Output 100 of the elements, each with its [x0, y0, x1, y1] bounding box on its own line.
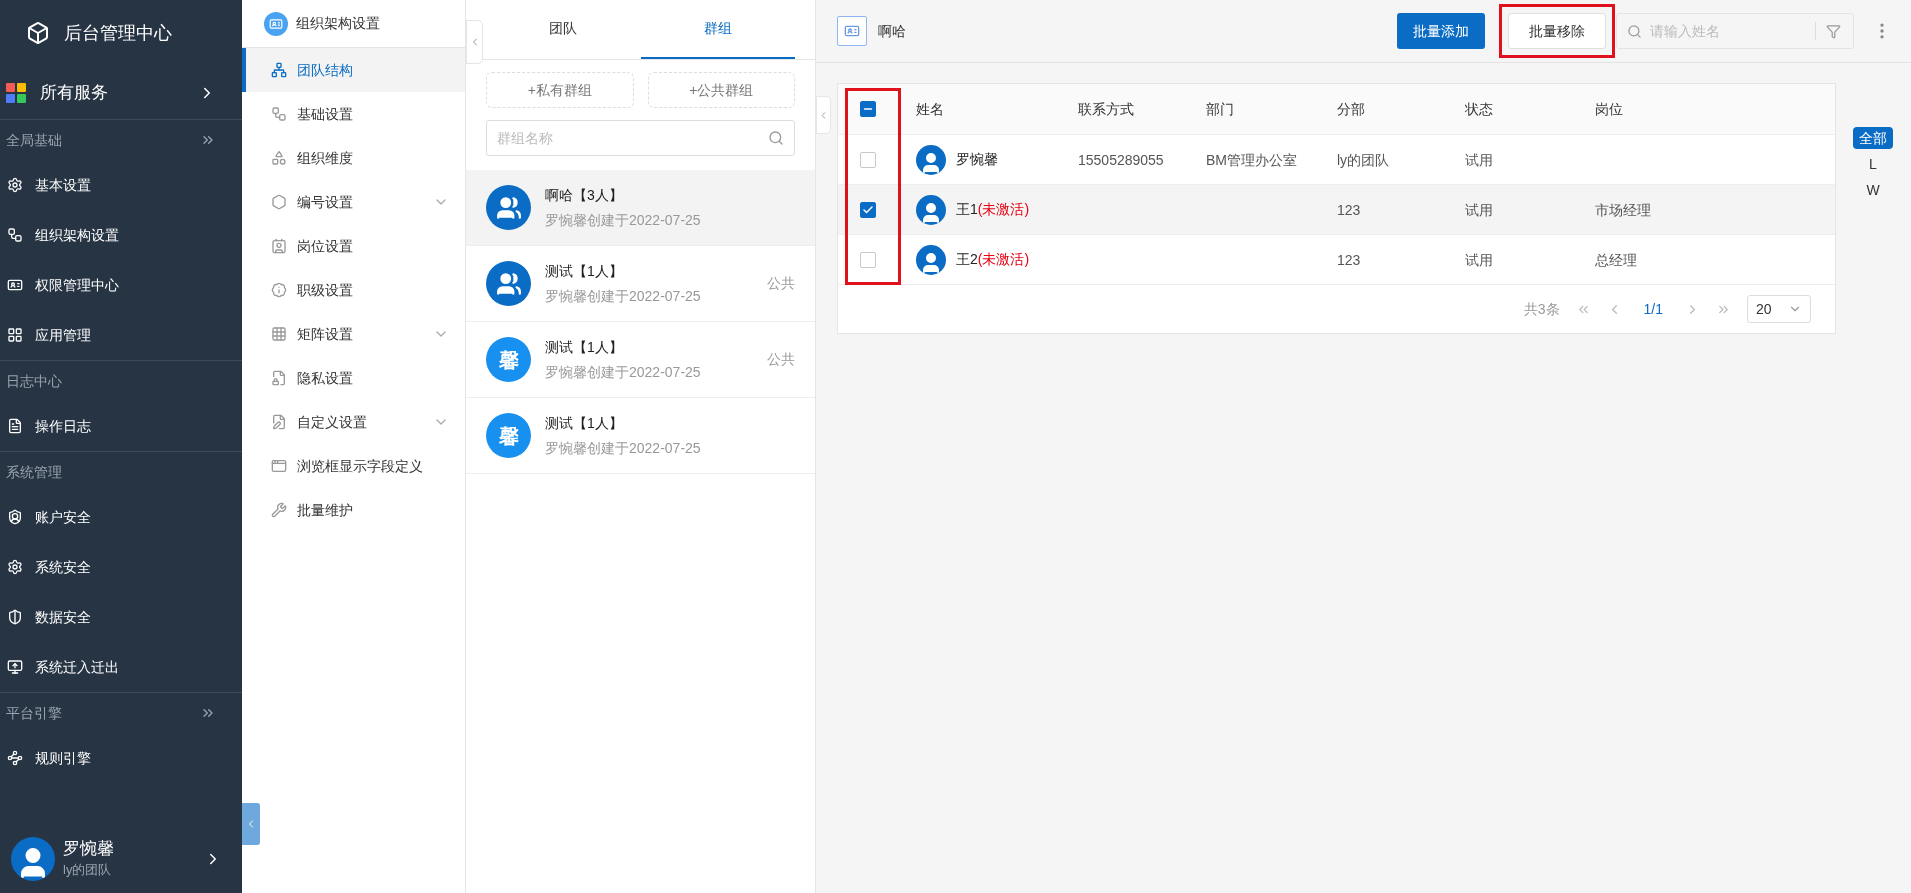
nav-item[interactable]: 团队结构 — [242, 48, 465, 92]
org-badge-icon — [264, 11, 288, 36]
check-icon — [862, 203, 874, 216]
checkbox[interactable] — [860, 251, 876, 268]
group-tag: 公共 — [767, 273, 795, 294]
name-search-box[interactable]: 请输入姓名 — [1616, 13, 1854, 49]
section-title: 日志中心 — [6, 371, 63, 391]
nav-item[interactable]: 批量维护 — [242, 488, 465, 532]
sidebar-item[interactable]: 数据安全 — [0, 592, 242, 642]
letter-filter[interactable]: 全部 — [1853, 127, 1893, 149]
badge-icon — [271, 282, 287, 298]
tree-icon — [271, 62, 287, 78]
avatar-icon — [916, 244, 946, 275]
grid-icon — [7, 327, 23, 343]
sidebar-item[interactable]: 系统迁入迁出 — [0, 642, 242, 692]
collapse-handle[interactable] — [466, 20, 483, 64]
user-team: ly的团队 — [63, 861, 113, 880]
nav-item[interactable]: 职级设置 — [242, 268, 465, 312]
window-icon — [271, 458, 287, 474]
user-name: 罗惋馨 — [63, 838, 115, 861]
group-meta: 罗惋馨创建于2022-07-25 — [545, 210, 702, 230]
checkbox[interactable] — [860, 201, 876, 218]
search-field[interactable]: 群组名称 — [497, 127, 768, 149]
sidebar-item[interactable]: 权限管理中心 — [0, 260, 242, 310]
letter-filter[interactable]: L — [1863, 153, 1883, 175]
checkbox[interactable] — [860, 101, 876, 117]
column-header: 状态 — [1465, 99, 1494, 119]
nav-item[interactable]: 基础设置 — [242, 92, 465, 136]
group-name: 测试【1人】 — [545, 261, 624, 281]
table-cell-text: 王2(未激活) — [956, 250, 1030, 269]
add-group-button[interactable]: +公共群组 — [647, 72, 795, 108]
nodes-icon — [271, 106, 287, 122]
collapse-handle[interactable] — [816, 96, 831, 134]
nav-item[interactable]: 自定义设置 — [242, 400, 465, 444]
avatar-icon — [916, 144, 946, 175]
group-avatar-icon — [486, 185, 531, 230]
sidebar-item[interactable]: 组织架构设置 — [0, 210, 242, 260]
shield-user-icon — [7, 509, 23, 525]
nav-title: 组织架构设置 — [296, 14, 380, 33]
page-size-select[interactable]: 20 — [1747, 295, 1811, 323]
nav-item[interactable]: 隐私设置 — [242, 356, 465, 400]
team-icon — [837, 16, 867, 46]
group-avatar: 馨 — [486, 413, 531, 458]
group-tag: 公共 — [767, 349, 795, 370]
page-indicator: 1/1 — [1642, 299, 1664, 319]
nav-item[interactable]: 组织维度 — [242, 136, 465, 180]
column-header: 岗位 — [1595, 99, 1624, 119]
group-avatar: 馨 — [486, 337, 531, 382]
table-cell: 123 — [1337, 201, 1361, 218]
table-cell: 15505289055 — [1078, 151, 1164, 168]
search-box[interactable]: 群组名称 — [486, 120, 795, 156]
grid-icon — [271, 326, 287, 342]
nav-item[interactable]: 浏览框显示字段定义 — [242, 444, 465, 488]
checkbox[interactable] — [860, 151, 876, 168]
nav-item[interactable]: 编号设置 — [242, 180, 465, 224]
avatar-icon — [916, 194, 946, 225]
batch-add-button[interactable]: 批量添加 — [1397, 13, 1485, 49]
filter-icon[interactable] — [1826, 23, 1841, 39]
sidebar-item[interactable]: 规则引擎 — [0, 733, 242, 783]
search-icon — [1627, 23, 1642, 39]
sidebar-item[interactable]: 账户安全 — [0, 492, 242, 542]
nodes-icon — [7, 227, 23, 243]
sidebar-item[interactable]: 基本设置 — [0, 160, 242, 210]
column-header: 分部 — [1337, 99, 1366, 119]
monitor-icon — [7, 659, 23, 675]
letter-filter[interactable]: W — [1860, 179, 1886, 201]
group-meta: 罗惋馨创建于2022-07-25 — [545, 362, 702, 382]
section-title: 全局基础 — [6, 130, 63, 150]
contact-card-icon — [271, 238, 287, 254]
tab[interactable]: 群组 — [640, 0, 795, 59]
sidebar-item[interactable]: 应用管理 — [0, 310, 242, 360]
batch-remove-button[interactable]: 批量移除 — [1508, 13, 1606, 49]
table-cell: 试用 — [1465, 251, 1493, 268]
nav-item[interactable]: 矩阵设置 — [242, 312, 465, 356]
tab[interactable]: 团队 — [486, 0, 641, 59]
gear-icon — [7, 559, 23, 575]
table-cell-text: 罗惋馨 — [956, 150, 998, 169]
waypoints-icon — [7, 750, 23, 766]
table-cell: 市场经理 — [1595, 201, 1651, 218]
group-item[interactable]: 啊哈【3人】 罗惋馨创建于2022-07-25 — [466, 170, 815, 246]
table-cell: BM管理办公室 — [1206, 151, 1297, 168]
name-search-field[interactable]: 请输入姓名 — [1650, 20, 1805, 42]
nav-item[interactable]: 岗位设置 — [242, 224, 465, 268]
group-name: 啊哈【3人】 — [545, 185, 624, 205]
column-header: 联系方式 — [1078, 99, 1135, 119]
sidebar-item[interactable]: 系统安全 — [0, 542, 242, 592]
table-cell: 总经理 — [1595, 251, 1637, 268]
user-card[interactable]: 罗惋馨 ly的团队 — [0, 825, 242, 893]
add-group-button[interactable]: +私有群组 — [486, 72, 634, 108]
id-card-icon — [7, 277, 23, 293]
collapse-handle[interactable] — [242, 803, 260, 845]
group-meta: 罗惋馨创建于2022-07-25 — [545, 438, 702, 458]
sidebar-item[interactable]: 操作日志 — [0, 401, 242, 451]
shield-icon — [7, 609, 23, 625]
group-avatar-icon — [486, 261, 531, 306]
all-services-item[interactable]: 所有服务 — [0, 66, 242, 120]
document-icon — [7, 418, 23, 434]
group-name: 测试【1人】 — [545, 413, 624, 433]
column-header: 姓名 — [916, 99, 945, 119]
table-cell: 试用 — [1465, 151, 1493, 168]
